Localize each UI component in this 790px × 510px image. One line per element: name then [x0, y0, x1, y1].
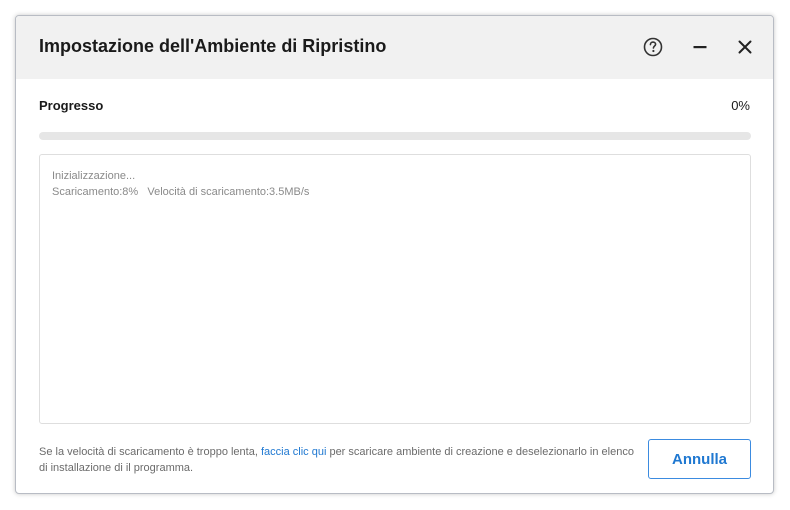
hint-text-before: Se la velocità di scaricamento è troppo … [39, 446, 261, 458]
progress-bar [39, 132, 751, 140]
progress-percentage: 0% [731, 98, 750, 113]
cancel-button[interactable]: Annulla [648, 439, 751, 479]
slow-download-hint: Se la velocità di scaricamento è troppo … [39, 444, 644, 476]
log-line: Inizializzazione... [52, 170, 136, 182]
minimize-icon[interactable] [689, 36, 711, 58]
status-log: Inizializzazione... Scaricamento:8% Velo… [39, 154, 751, 424]
dialog-title: Impostazione dell'Ambiente di Ripristino [39, 36, 387, 56]
click-here-link[interactable]: faccia clic qui [261, 446, 326, 458]
help-icon[interactable] [642, 36, 664, 58]
recovery-environment-dialog: Impostazione dell'Ambiente di Ripristino… [15, 15, 774, 494]
log-line: Scaricamento:8% Velocità di scaricamento… [52, 186, 310, 198]
close-icon[interactable] [734, 36, 756, 58]
title-bar: Impostazione dell'Ambiente di Ripristino [16, 16, 773, 79]
progress-label: Progresso [39, 98, 104, 113]
